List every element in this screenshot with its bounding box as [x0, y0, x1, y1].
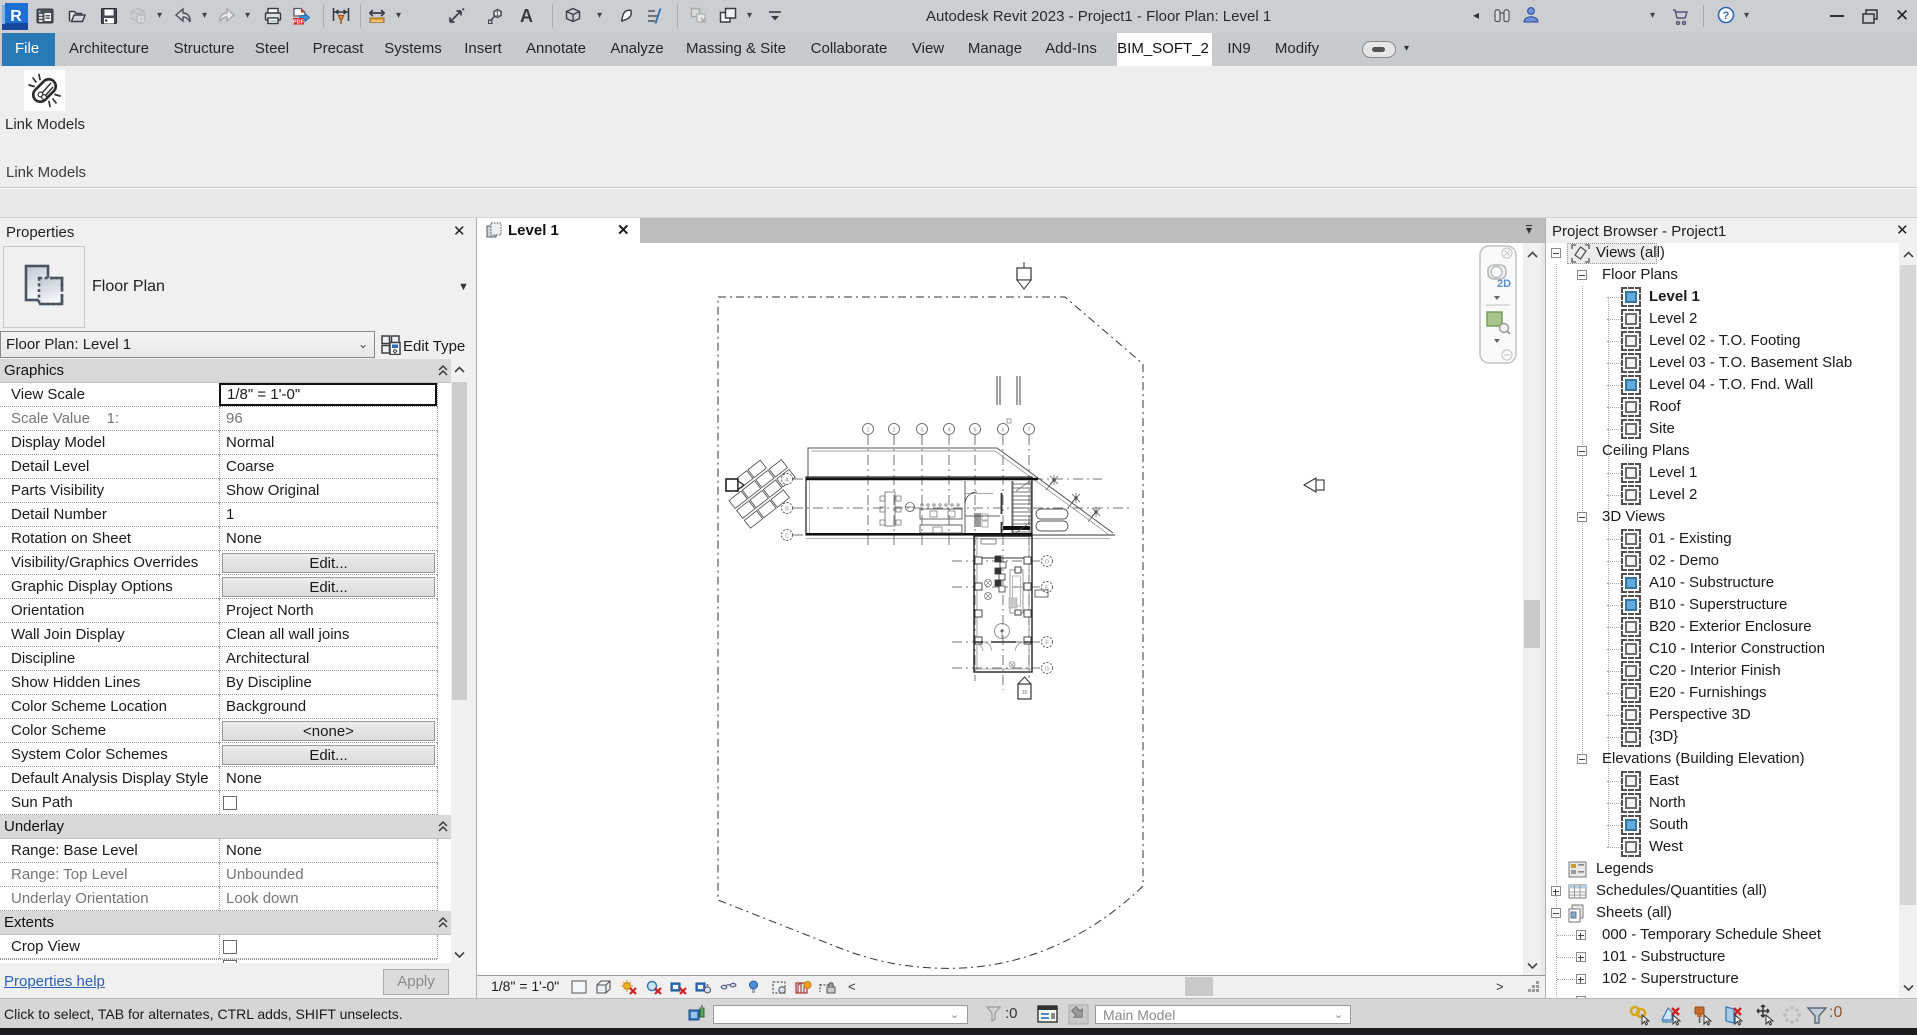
- svg-text:1: 1: [496, 11, 500, 18]
- svg-text:10: 10: [1022, 690, 1028, 696]
- svg-text:3: 3: [920, 428, 923, 434]
- svg-text:7: 7: [1027, 428, 1030, 434]
- svg-text:5: 5: [973, 428, 976, 434]
- svg-text:PDF: PDF: [293, 19, 305, 25]
- svg-text:2D: 2D: [1497, 278, 1511, 290]
- svg-text:D: D: [1045, 560, 1049, 566]
- svg-text:R: R: [10, 8, 22, 25]
- svg-text:4: 4: [947, 428, 950, 434]
- svg-text:B: B: [785, 507, 789, 513]
- svg-text:G: G: [1045, 667, 1049, 673]
- svg-text:6: 6: [1001, 428, 1004, 434]
- svg-text:2: 2: [892, 428, 895, 434]
- svg-text:?: ?: [1723, 10, 1730, 22]
- svg-text:C: C: [785, 534, 789, 540]
- svg-text:E: E: [1045, 586, 1049, 592]
- svg-text:A: A: [785, 478, 789, 484]
- svg-text:1: 1: [866, 428, 869, 434]
